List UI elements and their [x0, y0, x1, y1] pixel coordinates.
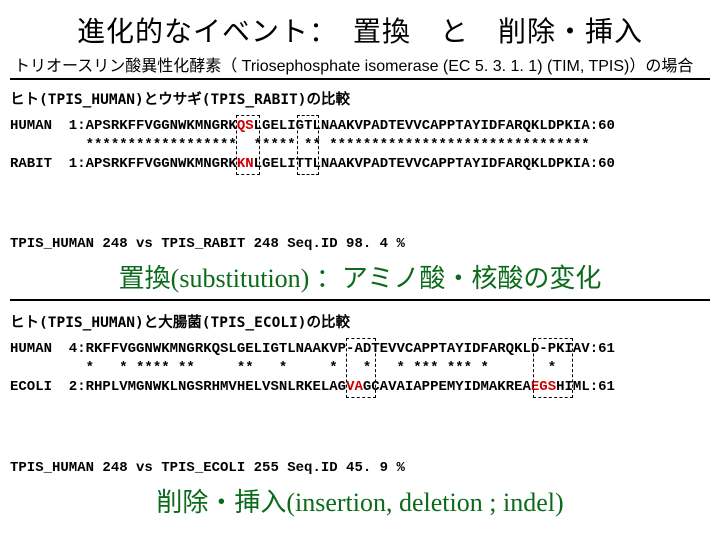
rabit-red-1: KN — [237, 156, 254, 172]
ecoli-seg-a: ECOLI 2:RHPLVMGNWKLNGSRHMVHELVSNLRKELAG — [10, 379, 346, 395]
stars-row-1: ****************** ***** ** ************… — [10, 137, 590, 153]
ecoli-seg-c: HIML:61 — [556, 379, 615, 395]
summary-1: TPIS_HUMAN 248 vs TPIS_RABIT 248 Seq.ID … — [10, 236, 710, 252]
rabit-seg-c: TT — [296, 156, 313, 172]
ecoli-red-2: EGS — [531, 379, 556, 395]
human-seg-c: GT — [296, 118, 313, 134]
concept-substitution: 置換(substitution) ：アミノ酸・核酸の変化 — [10, 258, 710, 295]
alignment-hr: HUMAN 1:APSRKFFVGGNWKMNGRKQSLGELIGTLNAAK… — [10, 117, 710, 230]
stars-row-2: * * **** ** ** * * * * *** *** * * — [10, 360, 556, 376]
title-underline — [10, 78, 710, 80]
rabit-seg-d: LNAAKVPADTEVVCAPPTAYIDFARQKLDPKIA:60 — [312, 156, 614, 172]
section1-label: ヒト(TPIS_HUMAN)とウサギ(TPIS_RABIT)の比較 — [10, 88, 710, 109]
slide-root: 進化的なイベント： 置換 と 削除・挿入 トリオースリン酸異性化酵素（ Trio… — [0, 0, 720, 519]
human-seg-d: LNAAKVPADTEVVCAPPTAYIDFARQKLDPKIA:60 — [312, 118, 614, 134]
slide-title: 進化的なイベント： 置換 と 削除・挿入 — [10, 10, 710, 50]
rabit-seg-b: LGELI — [254, 156, 296, 172]
ecoli-seg-b: GCAVAIAPPEMYIDMAKREA — [363, 379, 531, 395]
ecoli-red-1: VA — [346, 379, 363, 395]
human-seg-b: LGELI — [254, 118, 296, 134]
concept-indel: 削除・挿入(insertion, deletion ; indel) — [10, 482, 710, 519]
alignment-he: HUMAN 4:RKFFVGGNWKMNGRKQSLGELIGTLNAAKVP-… — [10, 340, 710, 453]
section-divider — [10, 299, 710, 301]
human-red-1: QS — [237, 118, 254, 134]
summary-2: TPIS_HUMAN 248 vs TPIS_ECOLI 255 Seq.ID … — [10, 460, 710, 476]
section2-label: ヒト(TPIS_HUMAN)と大腸菌(TPIS_ECOLI)の比較 — [10, 311, 710, 332]
human-seg-a: HUMAN 1:APSRKFFVGGNWKMNGRK — [10, 118, 237, 134]
rabit-seg-a: RABIT 1:APSRKFFVGGNWKMNGRK — [10, 156, 237, 172]
slide-subtitle: トリオースリン酸異性化酵素（ Triosephosphate isomerase… — [14, 52, 710, 76]
human2-row: HUMAN 4:RKFFVGGNWKMNGRKQSLGELIGTLNAAKVP-… — [10, 341, 615, 357]
